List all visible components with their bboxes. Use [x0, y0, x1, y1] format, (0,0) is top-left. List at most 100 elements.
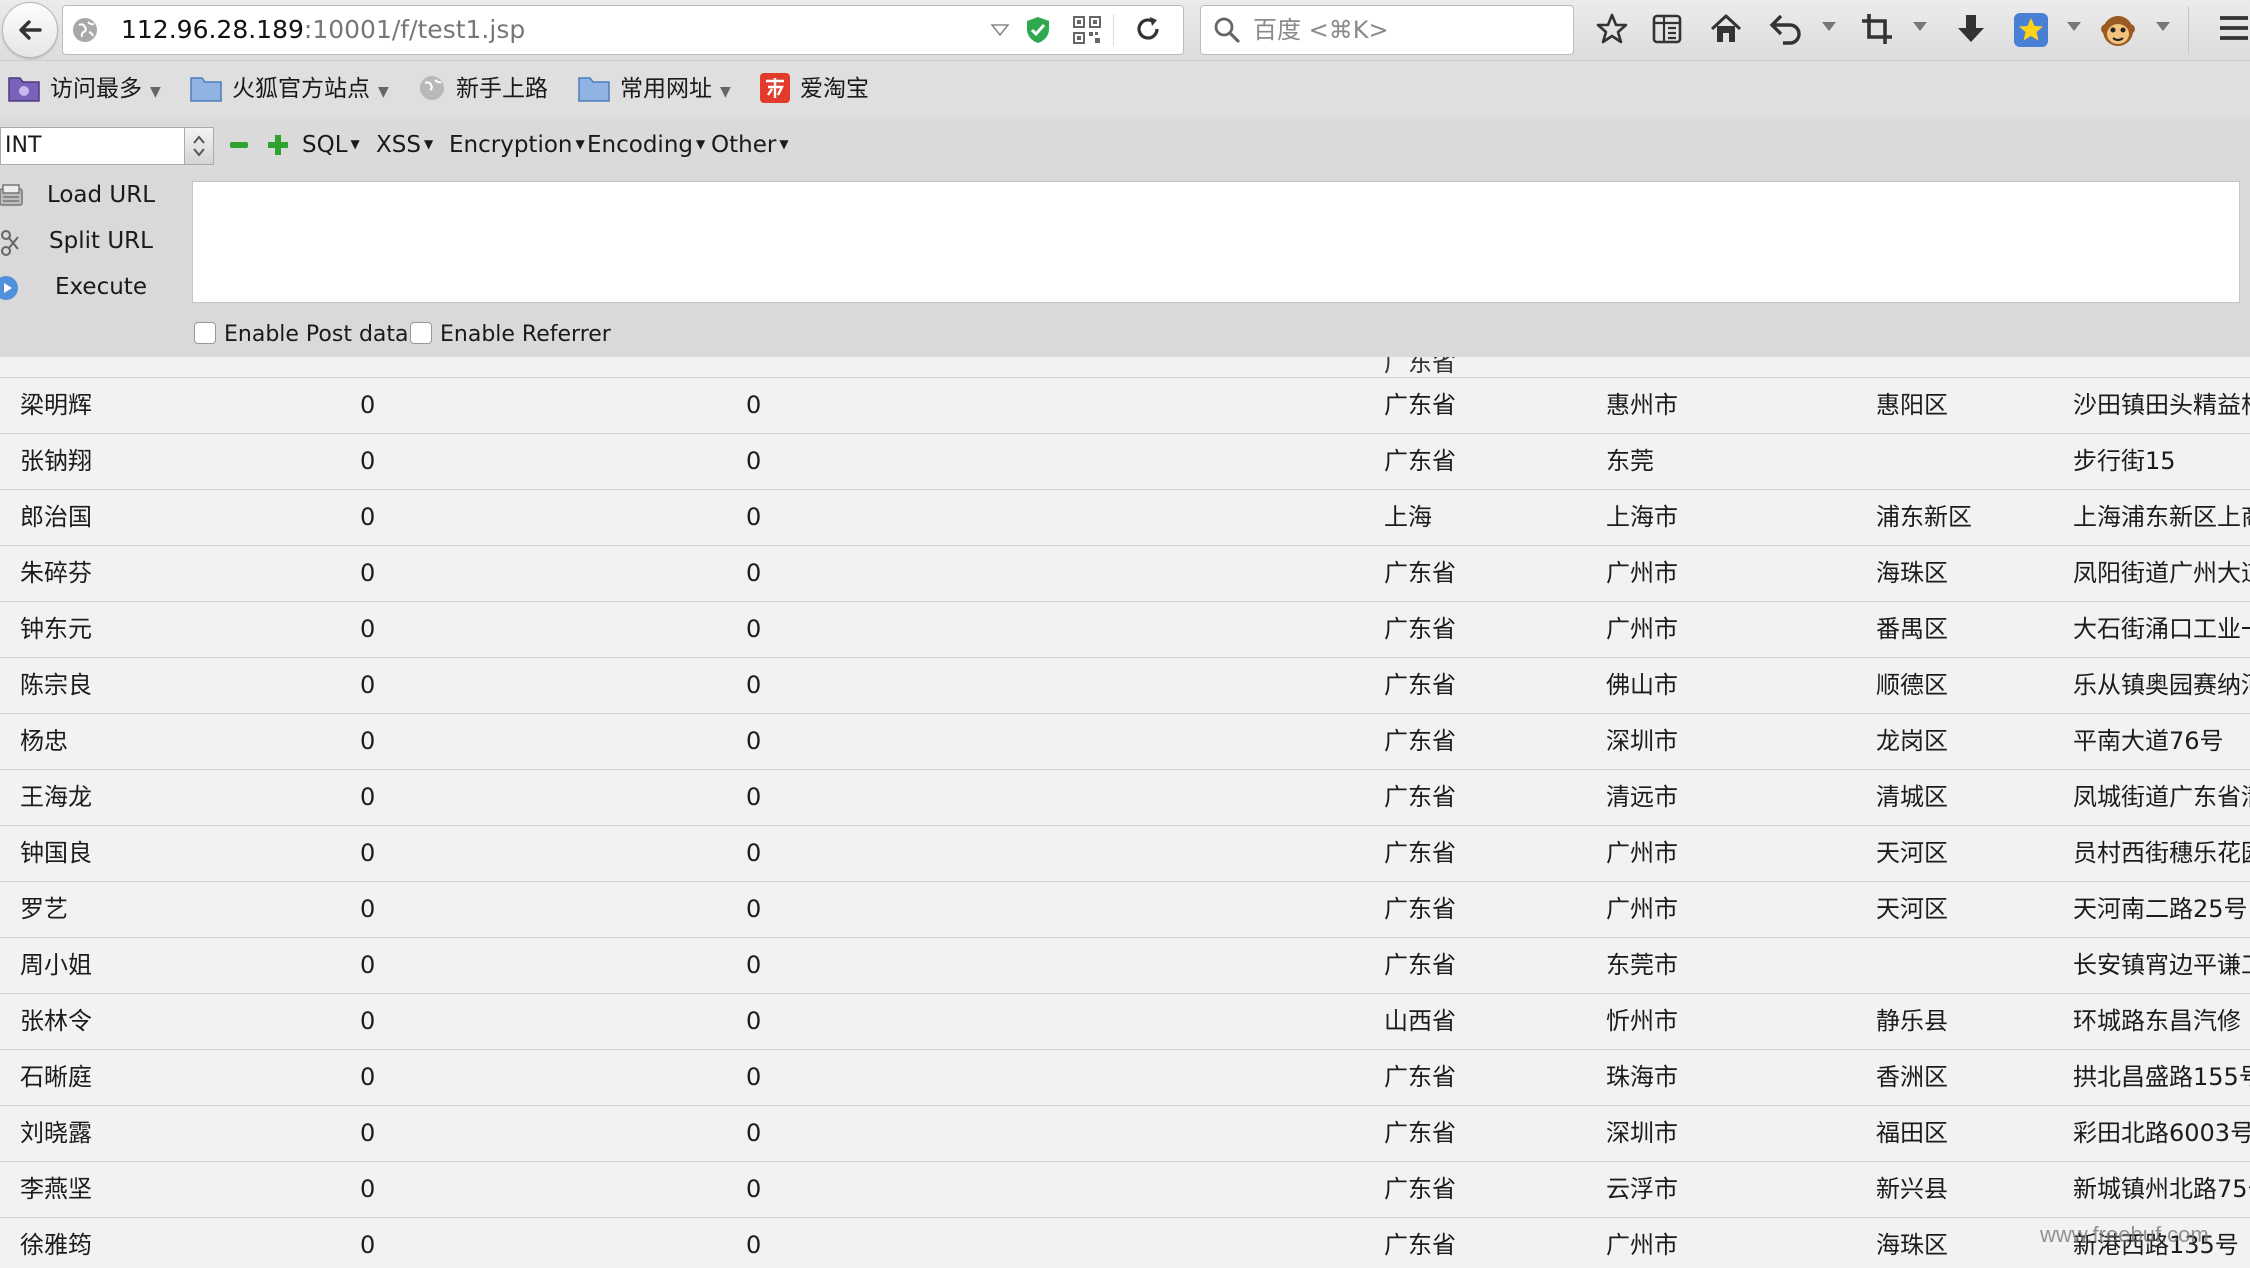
table-cell: 0: [360, 615, 376, 643]
reload-icon[interactable]: [1133, 14, 1163, 44]
sql-menu[interactable]: SQL ▼: [302, 117, 360, 173]
xss-menu[interactable]: XSS ▼: [376, 117, 433, 173]
table-cell: 海珠区: [1876, 559, 1948, 587]
monkey-icon[interactable]: [2100, 12, 2136, 48]
table-cell: 张林令: [20, 1007, 92, 1035]
shield-icon[interactable]: [1025, 16, 1051, 44]
globe-icon: [73, 18, 97, 42]
favorites-dropdown-icon[interactable]: [2067, 22, 2081, 32]
table-row: 石晰庭 0 0 广东省 珠海市 香洲区 拱北昌盛路155号: [0, 1049, 2250, 1106]
encoding-menu[interactable]: Encoding ▼: [587, 117, 705, 173]
download-icon[interactable]: [1954, 12, 1988, 46]
crop-dropdown-icon[interactable]: [1913, 22, 1927, 32]
decrement-button[interactable]: [230, 142, 248, 148]
chevron-down-icon: ▼: [696, 137, 706, 151]
bookmark-getting-started[interactable]: 新手上路: [418, 61, 548, 117]
table-cell: 钟东元: [20, 615, 92, 643]
bookmark-label: 新手上路: [456, 76, 548, 102]
table-cell: 0: [746, 1119, 762, 1147]
enable-post-data-checkbox[interactable]: Enable Post data: [194, 321, 409, 349]
url-host: 112.96.28.189: [121, 15, 304, 44]
menu-label: Encryption: [449, 132, 573, 158]
address-bar[interactable]: 112.96.28.189:10001/f/test1.jsp: [62, 5, 1184, 55]
table-cell: 钟国良: [20, 839, 92, 867]
increment-button[interactable]: [268, 135, 288, 155]
table-cell: 云浮市: [1606, 1175, 1678, 1203]
load-url-icon: [0, 184, 23, 206]
encryption-menu[interactable]: Encryption ▼: [449, 117, 585, 173]
bookmark-star-icon[interactable]: [1595, 12, 1629, 46]
table-row: 刘晓露 0 0 广东省 深圳市 福田区 彩田北路6003号: [0, 1105, 2250, 1162]
play-icon: [0, 276, 18, 300]
table-cell: 深圳市: [1606, 727, 1678, 755]
table-cell: 0: [746, 615, 762, 643]
undo-icon[interactable]: [1769, 12, 1803, 46]
checkbox-box[interactable]: [194, 322, 216, 344]
back-arrow-icon: [19, 20, 42, 40]
table-cell: 广州市: [1606, 839, 1678, 867]
table-cell: 广东省: [1384, 839, 1456, 867]
data-table: 广东省 梁明辉 0 0 广东省 惠州市 惠阳区 沙田镇田头精益根 张钠翔 0 0 广东省 东莞 步行街1…: [0, 357, 2250, 1268]
bookmark-most-visited[interactable]: 访问最多 ▼: [8, 61, 161, 117]
table-cell: 广州市: [1606, 559, 1678, 587]
enable-referrer-checkbox[interactable]: Enable Referrer: [410, 321, 611, 349]
crop-icon[interactable]: [1860, 12, 1894, 46]
search-placeholder: 百度 <⌘K>: [1253, 16, 1389, 44]
reading-list-icon[interactable]: [1651, 12, 1683, 46]
bookmark-common-sites[interactable]: 常用网址 ▼: [578, 61, 731, 117]
url-text[interactable]: 112.96.28.189:10001/f/test1.jsp: [121, 6, 525, 54]
undo-dropdown-icon[interactable]: [1822, 22, 1836, 32]
select-spinner[interactable]: [184, 128, 213, 164]
table-cell: 0: [746, 1007, 762, 1035]
other-menu[interactable]: Other ▼: [711, 117, 789, 173]
split-url-button[interactable]: Split URL: [0, 221, 190, 261]
table-cell: 0: [746, 951, 762, 979]
table-row: 罗艺 0 0 广东省 广州市 天河区 天河南二路25号: [0, 881, 2250, 938]
table-cell: 长安镇宵边平谦工: [2073, 951, 2250, 979]
table-cell: 上海浦东新区上商: [2073, 503, 2250, 531]
checkbox-box[interactable]: [410, 322, 432, 344]
monkey-dropdown-icon[interactable]: [2156, 22, 2170, 32]
table-cell: 忻州市: [1606, 1007, 1678, 1035]
encoding-type-select[interactable]: INT: [0, 127, 214, 165]
table-cell: 0: [746, 727, 762, 755]
table-cell: 福田区: [1876, 1119, 1948, 1147]
url-input[interactable]: [192, 181, 2240, 303]
menu-label: Encoding: [587, 132, 693, 158]
history-dropdown-icon[interactable]: [991, 24, 1009, 36]
table-cell: 0: [360, 1231, 376, 1259]
table-cell: 广东省: [1384, 1231, 1456, 1259]
table-cell: 0: [746, 839, 762, 867]
table-cell: 0: [746, 447, 762, 475]
menu-label: SQL: [302, 132, 348, 158]
load-url-button[interactable]: Load URL: [0, 175, 190, 215]
search-bar[interactable]: 百度 <⌘K>: [1200, 5, 1574, 55]
table-cell: 乐从镇奥园赛纳河: [2073, 671, 2250, 699]
table-cell: 0: [360, 727, 376, 755]
table-cell: 0: [746, 1063, 762, 1091]
table-cell: 张钠翔: [20, 447, 92, 475]
home-icon[interactable]: [1709, 12, 1743, 46]
table-cell: 拱北昌盛路155号: [2073, 1063, 2250, 1091]
execute-button[interactable]: Execute: [0, 267, 190, 307]
table-cell: 香洲区: [1876, 1063, 1948, 1091]
qr-code-icon[interactable]: [1073, 16, 1101, 44]
favorites-star-icon[interactable]: [2013, 12, 2049, 48]
menu-label: Other: [711, 132, 777, 158]
bookmark-label: 常用网址: [620, 76, 712, 102]
table-row: 张林令 0 0 山西省 忻州市 静乐县 环城路东昌汽修: [0, 993, 2250, 1050]
bookmark-taobao[interactable]: 爱淘宝: [760, 61, 869, 117]
table-row: 李燕坚 0 0 广东省 云浮市 新兴县 新城镇州北路75号: [0, 1161, 2250, 1218]
back-button[interactable]: [2, 2, 58, 58]
table-row: 郎治国 0 0 上海 上海市 浦东新区 上海浦东新区上商: [0, 489, 2250, 546]
table-cell: 凤阳街道广州大道: [2073, 559, 2250, 587]
table-cell: 海珠区: [1876, 1231, 1948, 1259]
folder-icon: [578, 76, 610, 102]
bookmark-firefox-sites[interactable]: 火狐官方站点 ▼: [190, 61, 389, 117]
table-cell: 员村西街穗乐花园: [2073, 839, 2250, 867]
table-cell: 周小姐: [20, 951, 92, 979]
menu-icon[interactable]: [2218, 12, 2250, 44]
bookmark-label: 火狐官方站点: [232, 76, 370, 102]
table-row: 杨忠 0 0 广东省 深圳市 龙岗区 平南大道76号: [0, 713, 2250, 770]
watermark: www.freebuf.com: [2040, 1222, 2209, 1247]
